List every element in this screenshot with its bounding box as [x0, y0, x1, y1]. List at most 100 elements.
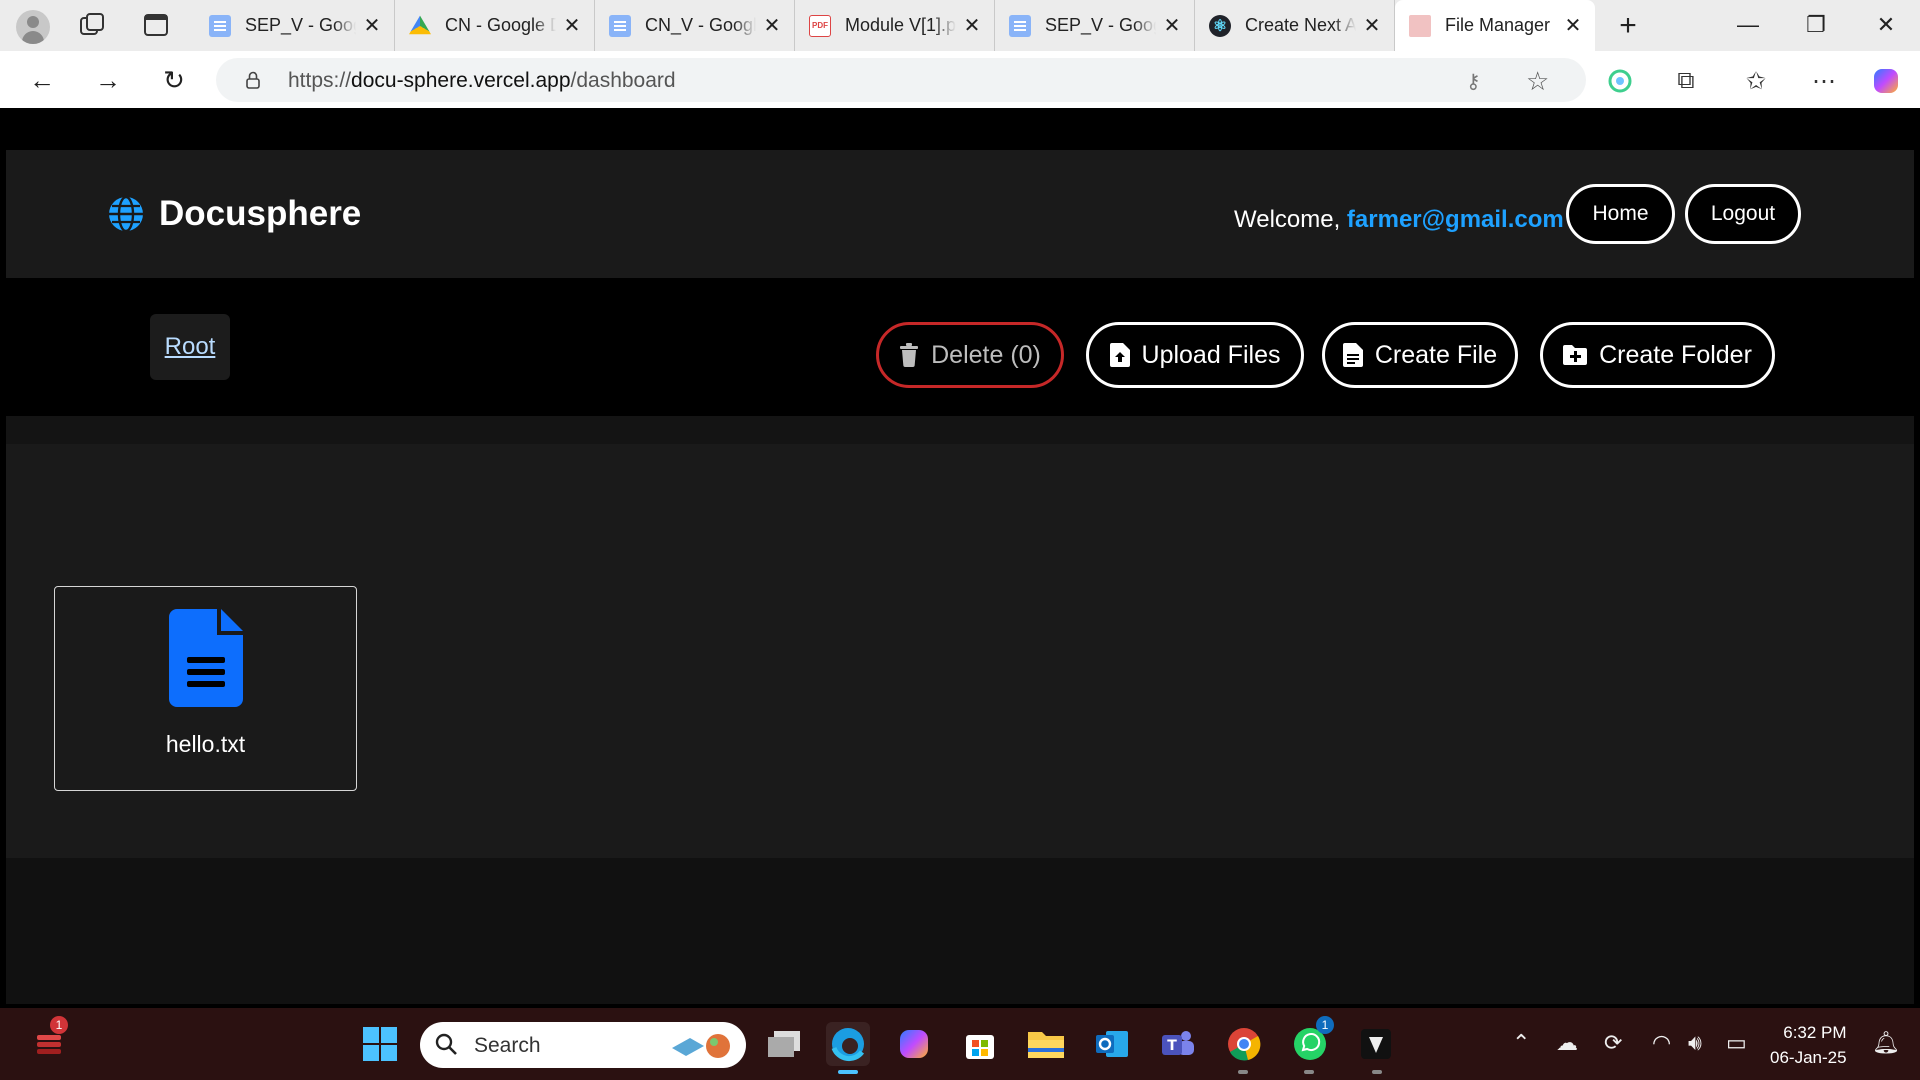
key-icon[interactable]: ⚷	[1466, 69, 1481, 94]
file-upload-icon	[1109, 343, 1130, 367]
microsoft-store-icon[interactable]	[958, 1022, 1002, 1066]
tab-file-manager[interactable]: File Manager ✕	[1395, 0, 1595, 51]
chrome-icon[interactable]	[1222, 1022, 1266, 1066]
running-app-indicator	[1372, 1070, 1382, 1074]
welcome-prefix: Welcome,	[1234, 206, 1347, 233]
teams-icon[interactable]: T	[1156, 1022, 1200, 1066]
outlook-icon[interactable]	[1090, 1022, 1134, 1066]
upload-files-button[interactable]: Upload Files	[1086, 322, 1304, 388]
globe-icon	[109, 195, 143, 233]
address-bar-row: ← → ↻ https://docu-sphere.vercel.app/das…	[0, 51, 1920, 108]
file-toolbar: Root Delete (0) Upload Files Create File…	[6, 302, 1914, 416]
close-icon[interactable]: ✕	[1362, 13, 1382, 38]
tab-sep-v-docs-2[interactable]: SEP_V - Google Docs ✕	[995, 0, 1195, 51]
breadcrumb-root-link[interactable]: Root	[165, 333, 216, 361]
file-item[interactable]: hello.txt	[54, 586, 357, 791]
task-view-icon[interactable]	[762, 1022, 806, 1066]
page-footer-area	[6, 858, 1914, 1004]
tab-title: SEP_V - Google Docs	[245, 15, 356, 35]
tab-title: CN_V - Google Docs	[645, 15, 756, 35]
google-drive-icon	[409, 15, 431, 35]
favorites-icon[interactable]: ✩	[1740, 65, 1772, 97]
react-icon: ⚛	[1209, 14, 1231, 37]
taskbar-search[interactable]: Search	[420, 1022, 746, 1068]
tab-sep-v-docs[interactable]: SEP_V - Google Docs ✕	[195, 0, 395, 51]
app-stack-icon[interactable]: 1	[28, 1016, 72, 1066]
tab-create-next-app[interactable]: ⚛ Create Next App ✕	[1195, 0, 1395, 51]
brand-name[interactable]: Docusphere	[159, 194, 361, 234]
url-text: https://docu-sphere.vercel.app/dashboard	[288, 69, 676, 93]
show-hidden-icons-chevron-icon[interactable]: ⌃	[1512, 1030, 1530, 1056]
workspaces-icon[interactable]	[78, 12, 106, 38]
google-docs-icon	[209, 14, 231, 37]
volume-icon[interactable]: 🔊︎	[1688, 1030, 1702, 1056]
wifi-icon[interactable]: ◠	[1652, 1030, 1671, 1056]
more-options-icon[interactable]: ⋯	[1808, 65, 1840, 97]
url-scheme: https://	[288, 69, 352, 92]
minimize-icon[interactable]: —	[1728, 8, 1768, 42]
pdf-icon: PDF	[809, 14, 831, 37]
forward-icon[interactable]: →	[90, 63, 126, 97]
sync-icon[interactable]: ⟳	[1604, 1030, 1622, 1056]
copilot-taskbar-icon[interactable]	[892, 1022, 936, 1066]
notification-badge: 1	[1316, 1016, 1334, 1034]
battery-icon[interactable]: ▭	[1726, 1030, 1747, 1056]
tab-cn-v-docs[interactable]: CN_V - Google Docs ✕	[595, 0, 795, 51]
welcome-message: Welcome, farmer@gmail.com	[1234, 206, 1564, 234]
whatsapp-icon[interactable]: 1	[1288, 1016, 1334, 1066]
windows-start-icon[interactable]	[358, 1022, 402, 1066]
file-explorer-icon[interactable]	[1024, 1022, 1068, 1066]
create-folder-label: Create Folder	[1599, 340, 1752, 369]
tab-title: File Manager	[1445, 15, 1551, 35]
google-docs-icon	[609, 14, 631, 37]
extensions-puzzle-icon[interactable]: ⧉	[1670, 65, 1702, 97]
extension-icon[interactable]	[1604, 65, 1636, 97]
delete-button[interactable]: Delete (0)	[876, 322, 1064, 388]
close-icon[interactable]: ✕	[1563, 13, 1583, 38]
create-file-label: Create File	[1374, 340, 1498, 369]
close-icon[interactable]: ✕	[762, 13, 782, 38]
browser-tab-bar: SEP_V - Google Docs ✕ CN - Google Drive …	[0, 0, 1920, 51]
tab-strip: SEP_V - Google Docs ✕ CN - Google Drive …	[195, 0, 1595, 51]
close-icon[interactable]: ✕	[562, 13, 582, 38]
refresh-icon[interactable]: ↻	[156, 63, 192, 97]
file-name: hello.txt	[165, 731, 246, 757]
breadcrumb: Root	[150, 314, 230, 380]
close-icon[interactable]: ✕	[1162, 13, 1182, 38]
system-clock[interactable]: 6:32 PM 06-Jan-25	[1770, 1020, 1847, 1070]
copilot-icon[interactable]	[1870, 65, 1902, 97]
favorite-star-icon[interactable]: ☆	[1526, 66, 1549, 97]
tab-cn-drive[interactable]: CN - Google Drive ✕	[395, 0, 595, 51]
url-field[interactable]: https://docu-sphere.vercel.app/dashboard…	[216, 58, 1586, 102]
create-file-button[interactable]: Create File	[1322, 322, 1518, 388]
notification-badge: 1	[50, 1016, 68, 1034]
tab-module-pdf[interactable]: PDF Module V[1].pdf ✕	[795, 0, 995, 51]
file-text-icon	[169, 609, 243, 707]
edge-browser-icon[interactable]	[826, 1022, 870, 1066]
clock-time: 6:32 PM	[1783, 1023, 1847, 1042]
profile-avatar[interactable]	[16, 10, 50, 44]
new-tab-button[interactable]: +	[1612, 9, 1644, 42]
create-folder-button[interactable]: Create Folder	[1540, 322, 1775, 388]
home-button[interactable]: Home	[1566, 184, 1675, 244]
close-icon[interactable]: ✕	[962, 13, 982, 38]
logout-button[interactable]: Logout	[1685, 184, 1801, 244]
close-window-icon[interactable]: ✕	[1866, 8, 1906, 42]
user-email: farmer@gmail.com	[1346, 206, 1564, 233]
clock-date: 06-Jan-25	[1770, 1048, 1847, 1067]
tab-actions-icon[interactable]	[142, 12, 170, 38]
close-icon[interactable]: ✕	[362, 13, 382, 38]
file-add-icon	[1342, 343, 1363, 367]
trash-icon	[900, 343, 919, 367]
url-path: /dashboard	[570, 69, 676, 92]
restore-icon[interactable]: ❐	[1796, 8, 1836, 42]
active-app-indicator	[838, 1070, 858, 1074]
notifications-icon[interactable]: 🔔︎	[1872, 1030, 1900, 1056]
cursor-app-icon[interactable]	[1354, 1022, 1398, 1066]
running-app-indicator	[1304, 1070, 1314, 1074]
url-host: docu-sphere.vercel.app	[351, 69, 571, 92]
upload-label: Upload Files	[1141, 340, 1281, 369]
back-icon[interactable]: ←	[24, 63, 60, 97]
windows-taskbar: 1 Search T 1 ⌃ ☁ ⟳ ◠ 🔊︎ ▭ 6:32 PM 06-Jan…	[0, 1008, 1920, 1080]
onedrive-icon[interactable]: ☁	[1556, 1030, 1578, 1056]
